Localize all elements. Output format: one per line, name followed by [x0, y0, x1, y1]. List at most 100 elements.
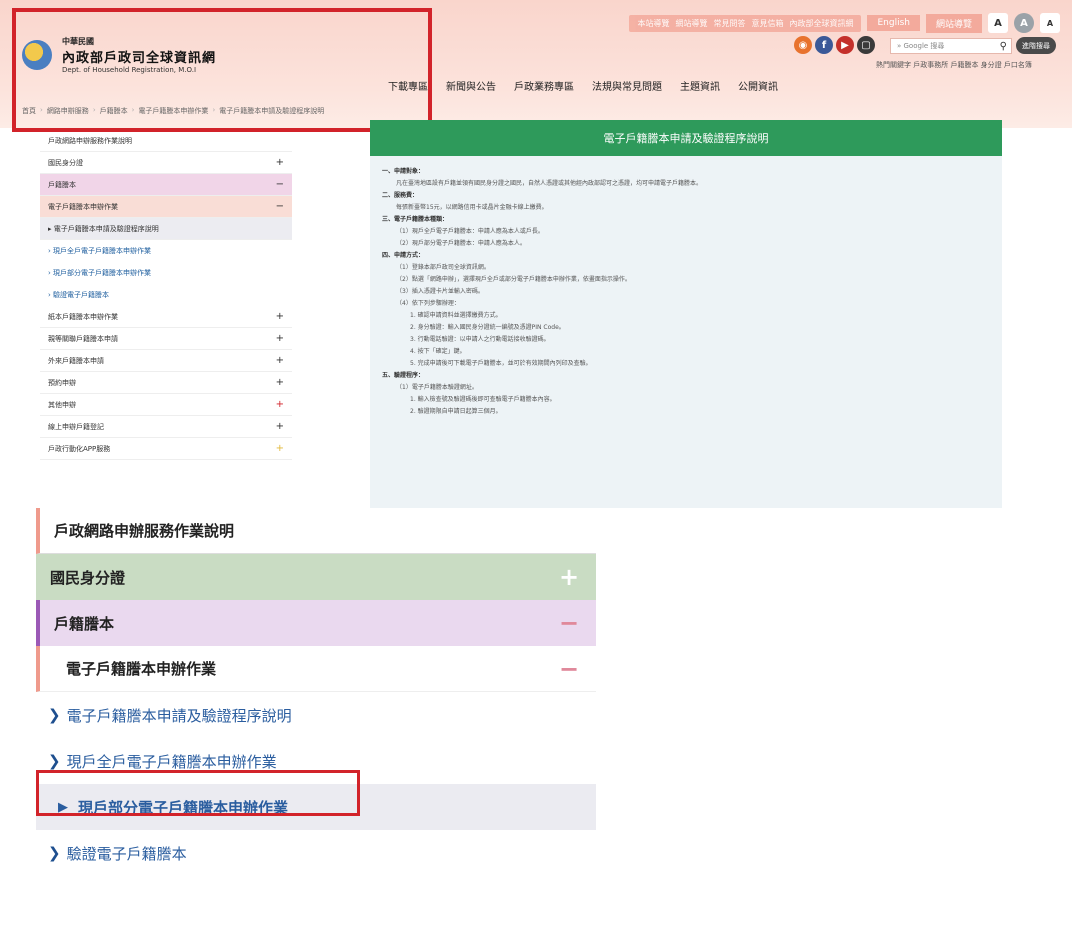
sidebar-item-active[interactable]: ▸ 電子戶籍謄本申請及驗證程序說明	[40, 218, 292, 240]
content-line: 1. 輸入檢查號及驗證碼後即可查驗電子戶籍謄本內容。	[410, 396, 556, 403]
content-line: 凡在臺灣地區設有戶籍並領有國民身分證之國民，自然人憑證或其他經內政部認可之憑證，…	[396, 180, 703, 187]
sidebar-item[interactable]: 其他申辦 +	[40, 394, 292, 416]
facebook-icon[interactable]: f	[815, 36, 833, 54]
highlight-box-selected-link	[36, 770, 360, 816]
sidebar-item[interactable]: 戶籍謄本 −	[40, 174, 292, 196]
sidebar-item[interactable]: 戶政網路申辦服務作業說明	[40, 130, 292, 152]
sidebar-link[interactable]: › 驗證電子戶籍謄本	[40, 284, 292, 306]
rss-icon[interactable]: ◉	[794, 36, 812, 54]
collapse-icon[interactable]: −	[276, 201, 284, 212]
sidebar-item[interactable]: 預約申辦 +	[40, 372, 292, 394]
content-heading: 四、申請方式：	[382, 252, 425, 259]
sidebar-item-label: 戶政網路申辦服務作業說明	[54, 522, 235, 540]
collapse-icon[interactable]: −	[276, 179, 284, 190]
sidebar-link-label: 驗證電子戶籍謄本	[66, 844, 187, 863]
content-heading: 五、驗證程序：	[382, 372, 425, 379]
minus-icon[interactable]: −	[556, 609, 582, 637]
sidebar-link[interactable]: › 現戶全戶電子戶籍謄本申辦作業	[40, 240, 292, 262]
chevron-right-icon: ❯	[48, 844, 61, 862]
sidebar-item-label: 國民身分證	[50, 568, 126, 587]
sidebar-link-verify[interactable]: ❯ 驗證電子戶籍謄本	[36, 830, 596, 876]
sidebar-item-label: 戶政網路申辦服務作業說明	[48, 136, 132, 145]
sidebar-item-label: › 現戶全戶電子戶籍謄本申辦作業	[48, 247, 152, 255]
utility-link[interactable]: 網站導覽	[675, 18, 707, 29]
english-link[interactable]: English	[867, 15, 920, 31]
expand-icon[interactable]: +	[276, 443, 284, 454]
sidebar-item[interactable]: 線上申辦戶籍登記 +	[40, 416, 292, 438]
social-icons: ◉ f ▶ ▢	[794, 36, 875, 54]
chevron-right-icon: ❯	[48, 752, 61, 770]
sidebar-item[interactable]: 外來戶籍謄本申請 +	[40, 350, 292, 372]
highlight-box-header	[12, 8, 432, 132]
search-icon[interactable]: ⚲	[1000, 41, 1011, 52]
sidebar-item-label: 電子戶籍謄本申辦作業	[66, 660, 217, 678]
expand-icon[interactable]: +	[276, 333, 284, 344]
sidebar-item-household-transcript[interactable]: 戶籍謄本 −	[36, 600, 596, 646]
utility-link[interactable]: 意見信箱	[751, 18, 783, 29]
nav-item[interactable]: 新聞與公告	[446, 78, 496, 93]
font-size-large-button[interactable]: A	[988, 13, 1008, 33]
sitemap-link[interactable]: 網站導覽	[925, 13, 982, 33]
expand-icon[interactable]: +	[276, 377, 284, 388]
content-line: （3）插入憑證卡片並輸入密碼。	[396, 288, 484, 295]
sidebar-item[interactable]: 戶政行動化APP服務 +	[40, 438, 292, 460]
utility-link[interactable]: 本站導覽	[637, 18, 669, 29]
main-nav: 下載專區 新聞與公告 戶政業務專區 法規與常見問題 主題資訊 公開資訊	[388, 78, 778, 93]
utility-links: 本站導覽 網站導覽 常見問答 意見信箱 內政部全球資訊網	[629, 14, 862, 32]
youtube-icon[interactable]: ▶	[836, 36, 854, 54]
sidebar-item[interactable]: 紙本戶籍謄本申辦作業 +	[40, 306, 292, 328]
font-size-small-button[interactable]: A	[1040, 13, 1060, 33]
search-placeholder: » Google 搜尋	[897, 42, 945, 50]
font-size-medium-button[interactable]: A	[1014, 13, 1034, 33]
content-body: 一、申請對象： 凡在臺灣地區設有戶籍並領有國民身分證之國民，自然人憑證或其他經內政…	[370, 156, 1002, 428]
content-heading: 一、申請對象：	[382, 168, 425, 175]
content-heading: 三、電子戶籍謄本種類：	[382, 216, 449, 223]
sidebar-link-application-verification[interactable]: ❯ 電子戶籍謄本申請及驗證程序說明	[36, 692, 596, 738]
sidebar-item-label: › 驗證電子戶籍謄本	[48, 291, 110, 299]
content-line: （1）現戶全戶電子戶籍謄本：申請人應為本人或戶長。	[396, 228, 544, 235]
expand-icon[interactable]: +	[276, 421, 284, 432]
nav-item[interactable]: 主題資訊	[680, 78, 720, 93]
sidebar-item-label: 紙本戶籍謄本申辦作業	[48, 312, 118, 321]
sidebar-link-label: 現戶全戶電子戶籍謄本申辦作業	[66, 752, 277, 771]
page-title: 電子戶籍謄本申請及驗證程序說明	[370, 120, 1002, 156]
content-heading: 二、服務費：	[382, 192, 419, 199]
sidebar-item-online-services[interactable]: 戶政網路申辦服務作業說明	[36, 508, 596, 554]
line-icon[interactable]: ▢	[857, 36, 875, 54]
sidebar-link-label: 電子戶籍謄本申請及驗證程序說明	[66, 706, 292, 725]
sidebar-item-electronic-transcript[interactable]: 電子戶籍謄本申辦作業 −	[36, 646, 596, 692]
nav-item[interactable]: 公開資訊	[738, 78, 778, 93]
nav-item[interactable]: 法規與常見問題	[592, 78, 662, 93]
sidebar-item-national-id[interactable]: 國民身分證 +	[36, 554, 596, 600]
content-line: 2. 身分驗證：輸入國民身分證統一編號及憑證PIN Code。	[410, 324, 565, 331]
sidebar-item-label: 電子戶籍謄本申辦作業	[48, 202, 118, 211]
expand-icon[interactable]: +	[276, 157, 284, 168]
utility-link[interactable]: 內政部全球資訊網	[789, 18, 853, 29]
expand-icon[interactable]: +	[276, 311, 284, 322]
content-line: 3. 行動電話驗證：以申請人之行動電話接收驗證碼。	[410, 336, 550, 343]
plus-icon[interactable]: +	[556, 563, 582, 591]
nav-item[interactable]: 戶政業務專區	[514, 78, 574, 93]
content-line: 4. 按下「確定」鍵。	[410, 348, 466, 355]
minus-icon[interactable]: −	[556, 655, 582, 683]
sidebar-item-label: 戶政行動化APP服務	[48, 444, 111, 453]
advanced-search-button[interactable]: 進階搜尋	[1016, 37, 1056, 54]
sidebar-item[interactable]: 電子戶籍謄本申辦作業 −	[40, 196, 292, 218]
utility-link[interactable]: 常見問答	[713, 18, 745, 29]
content-line: 每張新臺幣15元，以網路信用卡或晶片金融卡線上繳費。	[396, 204, 548, 211]
sidebar-item-label: 國民身分證	[48, 158, 83, 167]
content-line: （4）依下列步驟辦理：	[396, 300, 460, 307]
sidebar-item[interactable]: 親等關聯戶籍謄本申請 +	[40, 328, 292, 350]
sidebar-item-label: 線上申辦戶籍登記	[48, 422, 104, 431]
content-line: （2）現戶部分電子戶籍謄本：申請人應為本人。	[396, 240, 526, 247]
utility-bar: 本站導覽 網站導覽 常見問答 意見信箱 內政部全球資訊網 English 網站導…	[629, 12, 1060, 34]
sidebar-item-label: 其他申辦	[48, 400, 76, 409]
sidebar-item[interactable]: 國民身分證 +	[40, 152, 292, 174]
search-input[interactable]: » Google 搜尋 ⚲	[890, 38, 1012, 54]
expand-icon[interactable]: +	[276, 355, 284, 366]
sidebar-link[interactable]: › 現戶部分電子戶籍謄本申辦作業	[40, 262, 292, 284]
expand-icon[interactable]: +	[276, 399, 284, 410]
content-line: 1. 確認申請資料並選擇繳費方式。	[410, 312, 502, 319]
sidebar-item-label: 預約申辦	[48, 378, 76, 387]
content-line: （2）點選「網路申辦」，選擇現戶全戶或部分電子戶籍謄本申辦作業，依畫面指示操作。	[396, 276, 631, 283]
